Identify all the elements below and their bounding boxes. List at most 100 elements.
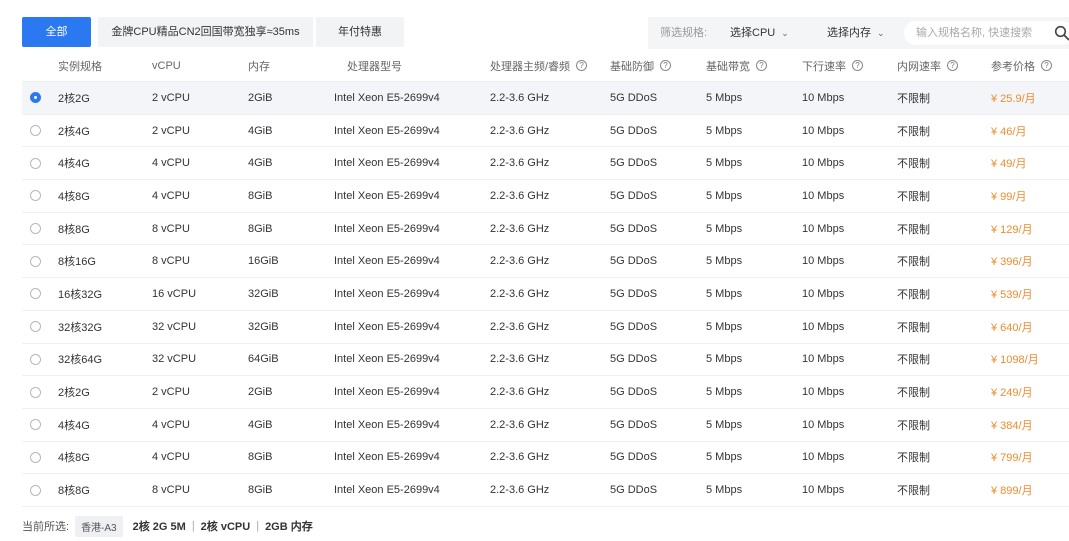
cell-memory: 8GiB: [248, 222, 273, 235]
cell-vcpu: 16 vCPU: [152, 287, 197, 300]
table-row[interactable]: 2核2G 2 vCPU 2GiB Intel Xeon E5-2699v4 2.2-3.…: [22, 376, 1069, 409]
separator: |: [191, 520, 195, 532]
help-icon[interactable]: ?: [660, 60, 671, 71]
search-input[interactable]: [916, 24, 1044, 42]
cell-frequency: 2.2-3.6 GHz: [490, 353, 550, 366]
cell-price: ¥ 640/月: [991, 321, 1033, 334]
cell-ddos: 5G DDoS: [610, 255, 658, 268]
cell-price: ¥ 1098/月: [991, 354, 1039, 367]
table-row[interactable]: 16核32G 16 vCPU 32GiB Intel Xeon E5-2699v4 2.…: [22, 278, 1069, 311]
help-icon[interactable]: ?: [576, 60, 588, 71]
cell-bandwidth: 5 Mbps: [706, 484, 743, 497]
table-row[interactable]: 4核4G 4 vCPU 4GiB Intel Xeon E5-2699v4 2.2-3.…: [22, 147, 1069, 181]
radio-button[interactable]: [30, 484, 41, 496]
search-icon[interactable]: [1054, 25, 1069, 41]
table-row[interactable]: 2核4G 2 vCPU 4GiB Intel Xeon E5-2699v4 2.2-3.…: [22, 115, 1069, 148]
memory-select[interactable]: 选择内存 ⌄: [827, 17, 885, 49]
tab-all[interactable]: 全部: [22, 17, 91, 47]
cell-processor: Intel Xeon E5-2699v4: [334, 418, 440, 431]
table-row[interactable]: 8核16G 8 vCPU 16GiB Intel Xeon E5-2699v4 2.2-…: [22, 245, 1069, 279]
radio-button[interactable]: [30, 190, 41, 202]
cell-bandwidth: 5 Mbps: [706, 353, 743, 366]
cell-ddos: 5G DDoS: [610, 484, 658, 497]
selection-label: 当前所选:: [22, 521, 70, 533]
selected-vcpu: 2核 vCPU: [200, 521, 251, 533]
header-processor: 处理器型号: [347, 60, 402, 73]
cell-price: ¥ 46/月: [991, 125, 1027, 138]
radio-button[interactable]: [30, 386, 41, 398]
cell-instance-spec: 4核8G: [58, 452, 90, 465]
cpu-select-label: 选择CPU: [730, 27, 776, 39]
cell-downlink: 10 Mbps: [802, 157, 845, 170]
cell-downlink: 10 Mbps: [802, 222, 845, 235]
radio-button[interactable]: [30, 451, 41, 463]
top-bar: 全部 金牌CPU精品CN2回国带宽独享≈35ms 年付特惠 筛选规格: 选择CP…: [0, 0, 1069, 50]
radio-button[interactable]: [30, 125, 41, 137]
radio-button[interactable]: [30, 255, 41, 267]
radio-button[interactable]: [30, 419, 41, 431]
radio-button[interactable]: [30, 157, 41, 169]
cell-vcpu: 2 vCPU: [152, 91, 190, 104]
cell-frequency: 2.2-3.6 GHz: [490, 255, 550, 268]
cell-frequency: 2.2-3.6 GHz: [490, 451, 550, 464]
cell-intranet: 不限制: [897, 321, 930, 334]
help-icon[interactable]: ?: [1041, 60, 1052, 71]
table-row[interactable]: 32核64G 32 vCPU 64GiB Intel Xeon E5-2699v4 2.…: [22, 344, 1069, 377]
table-row[interactable]: 4核4G 4 vCPU 4GiB Intel Xeon E5-2699v4 2.2-3.…: [22, 409, 1069, 442]
cell-price: ¥ 129/月: [991, 223, 1033, 236]
cell-ddos: 5G DDoS: [610, 189, 658, 202]
cell-price: ¥ 396/月: [991, 256, 1033, 269]
radio-button[interactable]: [30, 353, 41, 365]
cpu-select[interactable]: 选择CPU ⌄: [730, 17, 789, 49]
cell-downlink: 10 Mbps: [802, 353, 845, 366]
table-row[interactable]: 2核2G 2 vCPU 2GiB Intel Xeon E5-2699v4 2.2-3.…: [22, 82, 1069, 115]
cell-downlink: 10 Mbps: [802, 91, 845, 104]
radio-button[interactable]: [30, 223, 41, 235]
selection-summary: 当前所选: 香港-A3 2核 2G 5M | 2核 vCPU | 2GB 内存: [22, 515, 313, 537]
cell-ddos: 5G DDoS: [610, 320, 658, 333]
cell-memory: 32GiB: [248, 320, 279, 333]
cell-memory: 4GiB: [248, 157, 273, 170]
table-row[interactable]: 8核8G 8 vCPU 8GiB Intel Xeon E5-2699v4 2.2-3.…: [22, 213, 1069, 246]
cell-instance-spec: 8核8G: [58, 485, 90, 498]
separator: |: [256, 520, 260, 532]
table-row[interactable]: 4核8G 4 vCPU 8GiB Intel Xeon E5-2699v4 2.2-3.…: [22, 442, 1069, 475]
table-row[interactable]: 32核32G 32 vCPU 32GiB Intel Xeon E5-2699v4 2.…: [22, 311, 1069, 344]
cell-ddos: 5G DDoS: [610, 353, 658, 366]
cell-bandwidth: 5 Mbps: [706, 451, 743, 464]
search-box: [904, 21, 1069, 45]
radio-button[interactable]: [30, 92, 41, 104]
header-memory: 内存: [248, 60, 270, 73]
header-vcpu: vCPU: [152, 59, 181, 72]
table-row[interactable]: 4核8G 4 vCPU 8GiB Intel Xeon E5-2699v4 2.2-3.…: [22, 180, 1069, 213]
cell-intranet: 不限制: [897, 387, 930, 400]
radio-button[interactable]: [30, 321, 41, 333]
cell-vcpu: 8 vCPU: [152, 255, 190, 268]
cell-vcpu: 4 vCPU: [152, 418, 190, 431]
table-body: 2核2G 2 vCPU 2GiB Intel Xeon E5-2699v4 2.2-3.…: [22, 82, 1069, 507]
radio-button[interactable]: [30, 288, 41, 300]
cell-vcpu: 8 vCPU: [152, 484, 190, 497]
cell-intranet: 不限制: [897, 158, 930, 171]
tab-gold-cpu-cn2[interactable]: 金牌CPU精品CN2回国带宽独享≈35ms: [98, 17, 313, 47]
cell-frequency: 2.2-3.6 GHz: [490, 91, 550, 104]
cell-instance-spec: 4核8G: [58, 190, 90, 203]
cell-vcpu: 32 vCPU: [152, 353, 197, 366]
cell-frequency: 2.2-3.6 GHz: [490, 287, 550, 300]
cell-memory: 2GiB: [248, 386, 273, 399]
cell-processor: Intel Xeon E5-2699v4: [334, 189, 440, 202]
cell-memory: 8GiB: [248, 451, 273, 464]
help-icon[interactable]: ?: [852, 60, 863, 71]
help-icon[interactable]: ?: [756, 60, 767, 71]
cell-instance-spec: 4核4G: [58, 158, 90, 171]
cell-downlink: 10 Mbps: [802, 287, 845, 300]
table-row[interactable]: 8核8G 8 vCPU 8GiB Intel Xeon E5-2699v4 2.2-3.…: [22, 474, 1069, 507]
cell-bandwidth: 5 Mbps: [706, 386, 743, 399]
instance-table: 实例规格 vCPU 内存 处理器型号 处理器主频/睿频? 基础防御? 基础带宽?…: [22, 50, 1069, 507]
cell-memory: 4GiB: [248, 418, 273, 431]
help-icon[interactable]: ?: [947, 60, 958, 71]
cell-frequency: 2.2-3.6 GHz: [490, 189, 550, 202]
tab-annual-deal[interactable]: 年付特惠: [316, 17, 404, 47]
cell-instance-spec: 8核16G: [58, 256, 96, 269]
cell-ddos: 5G DDoS: [610, 222, 658, 235]
